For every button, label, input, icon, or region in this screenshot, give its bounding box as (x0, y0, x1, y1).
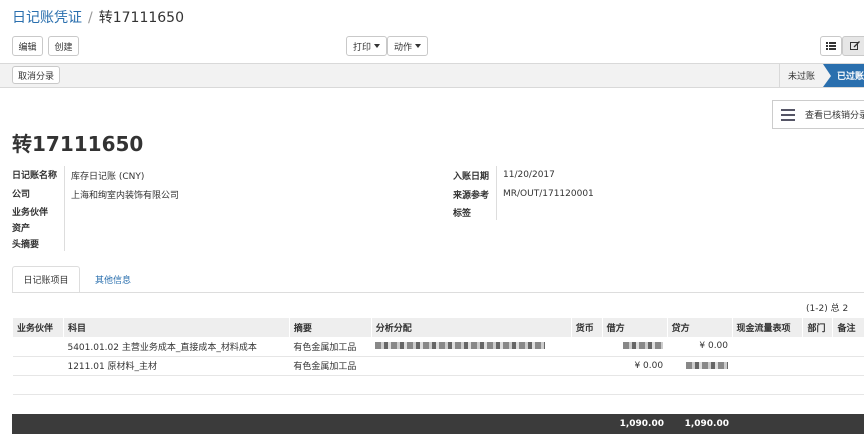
table-header-row: 业务伙伴 科目 摘要 分析分配 货币 借方 贷方 现金流量表项 部门 备注 (12, 318, 864, 337)
menu-lines-icon (781, 108, 795, 121)
summary-cell: 有色金属加工品 (289, 356, 372, 376)
status-posted: 已过账 (823, 64, 864, 87)
column-header[interactable]: 贷方 (666, 318, 733, 337)
pager: (1-2) 总 2 (806, 304, 849, 314)
totals-footer: 1,090.00 1,090.00 (12, 414, 864, 434)
date-value[interactable]: 11/20/2017 (503, 170, 555, 180)
redacted-text (375, 342, 546, 350)
column-header[interactable]: 分析分配 (370, 318, 572, 337)
tab-journal-items[interactable]: 日记账项目 (12, 266, 80, 293)
column-header[interactable]: 业务伙伴 (12, 318, 64, 337)
cashflow-cell (732, 356, 803, 376)
credit-cell: ¥ 0.00 (667, 337, 733, 357)
caret-down-icon (374, 44, 380, 48)
tab-underline (12, 292, 864, 293)
currency-cell (571, 337, 603, 357)
form-view-button[interactable] (842, 36, 864, 56)
analytic-cell (371, 337, 572, 357)
breadcrumb-separator: / (88, 10, 93, 26)
record-title: 转17111650 (12, 132, 144, 156)
department-cell (802, 356, 833, 376)
note-cell (832, 337, 864, 357)
tab-other-info[interactable]: 其他信息 (86, 266, 140, 293)
column-header[interactable]: 科目 (62, 318, 290, 337)
total-credit: 1,090.00 (684, 419, 729, 429)
edit-button[interactable]: 编辑 (12, 36, 43, 56)
cancel-entry-button[interactable]: 取消分录 (12, 66, 60, 84)
journal-value[interactable]: 库存日记账 (CNY) (71, 169, 144, 182)
column-header[interactable]: 现金流量表项 (731, 318, 803, 337)
account-cell: 5401.01.02 主营业务成本_直接成本_材料成本 (63, 337, 290, 357)
view-reconciled-button[interactable]: 查看已核销分录 (772, 100, 864, 129)
column-header[interactable]: 部门 (802, 318, 833, 337)
print-dropdown-button[interactable]: 打印 (346, 36, 387, 56)
action-dropdown-button[interactable]: 动作 (387, 36, 428, 56)
partner-cell (12, 337, 64, 357)
date-label: 入账日期 (453, 172, 490, 182)
list-view-button[interactable] (820, 36, 842, 56)
column-header[interactable]: 货币 (570, 318, 603, 337)
source-ref-value[interactable]: MR/OUT/171120001 (503, 189, 594, 199)
company-value[interactable]: 上海和绚室内装饰有限公司 (71, 188, 179, 201)
debit-cell: ¥ 0.00 (602, 356, 668, 376)
journal-label: 日记账名称 (12, 171, 58, 181)
asset-label: 资产 (12, 224, 31, 234)
action-label: 动作 (393, 42, 412, 53)
partner-label: 业务伙伴 (12, 208, 49, 218)
note-cell (832, 356, 864, 376)
field-divider (64, 166, 65, 251)
view-reconciled-label: 查看已核销分录 (805, 111, 864, 121)
summary-cell: 有色金属加工品 (289, 337, 372, 357)
empty-row (12, 375, 864, 395)
field-divider (496, 166, 497, 220)
source-ref-label: 来源参考 (453, 191, 490, 201)
partner-cell (12, 356, 64, 376)
redacted-text (686, 361, 729, 369)
column-header[interactable]: 摘要 (288, 318, 372, 337)
breadcrumb-parent-link[interactable]: 日记账凭证 (12, 10, 82, 26)
table-row[interactable]: 5401.01.02 主营业务成本_直接成本_材料成本 有色金属加工品 ¥ 0.… (12, 337, 864, 357)
status-unposted: 未过账 (779, 64, 823, 87)
cashflow-cell (732, 337, 803, 357)
redacted-text (623, 342, 664, 350)
caret-down-icon (415, 44, 421, 48)
table-row[interactable]: 1211.01 原材料_主材 有色金属加工品 ¥ 0.00 (12, 356, 864, 376)
tags-label: 标签 (453, 209, 472, 219)
breadcrumb: 日记账凭证 / 转17111650 (12, 7, 184, 27)
analytic-cell (371, 356, 572, 376)
account-cell: 1211.01 原材料_主材 (63, 356, 290, 376)
total-debit: 1,090.00 (619, 419, 664, 429)
status-bar: 取消分录 未过账 已过账 (0, 63, 864, 88)
create-button[interactable]: 创建 (48, 36, 79, 56)
journal-items-table: 业务伙伴 科目 摘要 分析分配 货币 借方 贷方 现金流量表项 部门 备注 54… (12, 318, 864, 395)
debit-cell (602, 337, 668, 357)
company-label: 公司 (12, 190, 31, 200)
currency-cell (571, 356, 603, 376)
credit-cell (667, 356, 733, 376)
edit-form-icon (850, 41, 860, 50)
column-header[interactable]: 备注 (832, 318, 864, 337)
print-label: 打印 (352, 42, 371, 53)
head-summary-label: 头摘要 (12, 240, 40, 250)
column-header[interactable]: 借方 (601, 318, 668, 337)
list-icon (826, 42, 836, 50)
department-cell (802, 337, 833, 357)
breadcrumb-current: 转17111650 (98, 10, 184, 26)
